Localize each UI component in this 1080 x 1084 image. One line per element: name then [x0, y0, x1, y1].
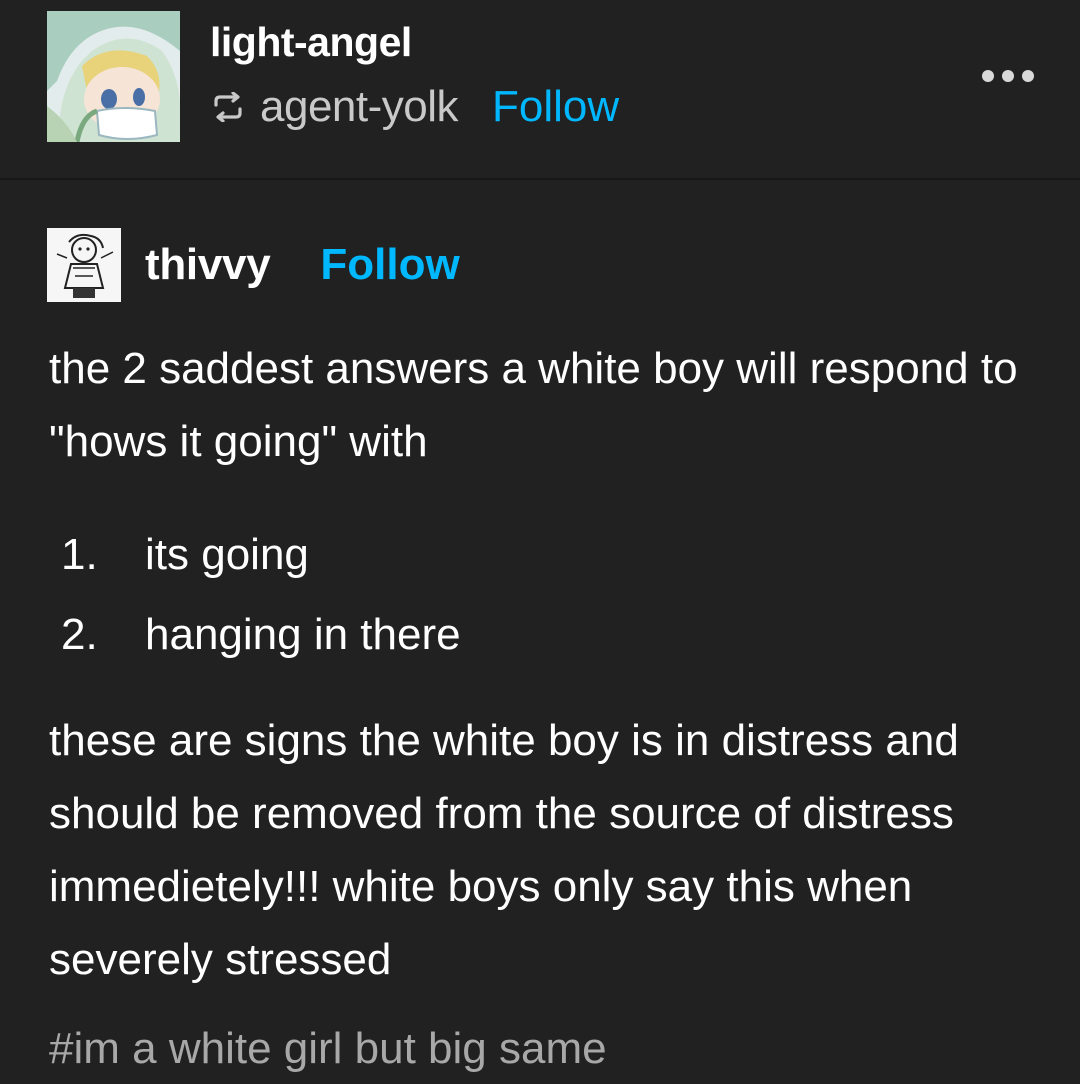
post-tag[interactable]: #im a white girl but big same	[49, 1016, 607, 1082]
dot	[982, 70, 994, 82]
dot	[1022, 70, 1034, 82]
list-number: 2.	[61, 610, 98, 659]
list-number: 1.	[61, 530, 98, 579]
dot	[1002, 70, 1014, 82]
thivvy-avatar[interactable]	[47, 228, 121, 302]
op-follow-button[interactable]: Follow	[320, 240, 459, 290]
light-angel-avatar[interactable]	[47, 11, 180, 142]
list-item: 2. hanging in there	[49, 595, 461, 675]
post-paragraph-2: these are signs the white boy is in dist…	[49, 716, 959, 984]
post-list: 1. its going 2. hanging in there	[49, 515, 461, 675]
post-paragraph-1: the 2 saddest answers a white boy will r…	[49, 344, 1018, 466]
list-item: 1. its going	[49, 515, 461, 595]
more-dots-icon[interactable]	[982, 64, 1034, 88]
reblogged-from-username[interactable]: agent-yolk	[260, 80, 459, 134]
follow-button[interactable]: Follow	[492, 80, 619, 134]
op-username[interactable]: thivvy	[145, 240, 271, 290]
poster-username[interactable]: light-angel	[210, 16, 412, 68]
list-text: its going	[145, 530, 309, 579]
post-header: light-angel agent-yolk Follow	[0, 0, 1080, 180]
avatar-illustration	[47, 11, 180, 142]
list-text: hanging in there	[145, 610, 461, 659]
original-poster-row: thivvy Follow	[47, 228, 460, 302]
avatar-sketch	[47, 228, 121, 302]
reblog-icon	[210, 90, 248, 124]
reblog-info: agent-yolk Follow	[210, 80, 619, 134]
